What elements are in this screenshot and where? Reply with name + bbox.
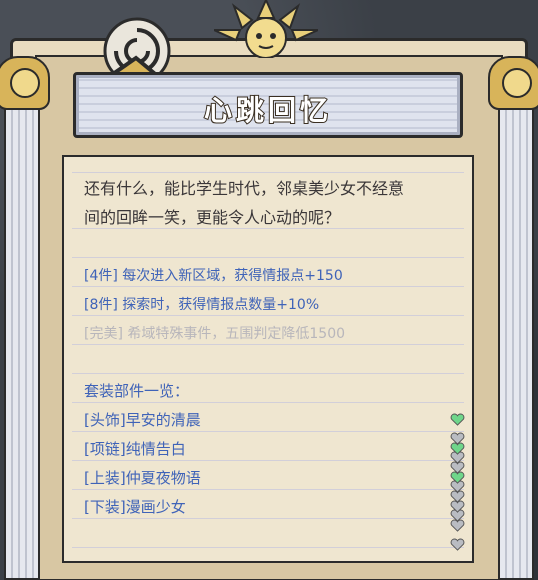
part-slot: [项链] [84,440,126,458]
gray-heart-icon [450,519,465,532]
part-slot: [上装] [84,469,126,487]
part-row-top: [上装]仲夏夜物语 [84,467,201,488]
green-heart-icon [450,413,465,426]
part-slot: [下装] [84,498,126,516]
part-name: 早安的清晨 [125,411,201,429]
left-pillar-bust-icon [0,56,50,110]
page-title: 心跳回忆 [203,93,332,128]
part-row-bottom: [下装]漫画少女 [84,496,186,517]
part-slot: [头饰] [84,411,126,429]
part-name: 仲夏夜物语 [125,469,201,487]
green-heart-icon [450,471,465,484]
bonus-4-piece: [4件] 每次进入新区域，获得情报点+150 [84,268,343,284]
gray-heart-icon [450,538,465,551]
right-pillar [498,80,534,580]
title-banner: 心跳回忆 [73,72,463,138]
right-pillar-bust-icon [488,56,538,110]
part-name: 漫画少女 [125,498,186,516]
gray-heart-icon [450,500,465,513]
part-hearts [450,498,472,555]
part-name: 纯情告白 [125,440,186,458]
green-heart-icon [450,442,465,455]
content-card: 还有什么，能比学生时代，邻桌美少女不经意 间的回眸一笑，更能令人心动的呢？ [4… [62,155,474,563]
sun-ornament-icon [214,0,318,58]
description-line-1: 还有什么，能比学生时代，邻桌美少女不经意 [84,179,405,198]
part-row-necklace: [项链]纯情告白 [84,438,186,459]
left-pillar [4,80,40,580]
bonus-8-piece: [8件] 探索时，获得情报点数量+10% [84,297,320,313]
description-line-2: 间的回眸一笑，更能令人心动的呢？ [84,208,341,227]
bonus-perfect: [完美] 希域特殊事件，五围判定降低1500 [84,326,346,342]
parts-list-title: 套装部件一览： [84,382,190,400]
part-row-headwear: [头饰]早安的清晨 [84,409,201,430]
